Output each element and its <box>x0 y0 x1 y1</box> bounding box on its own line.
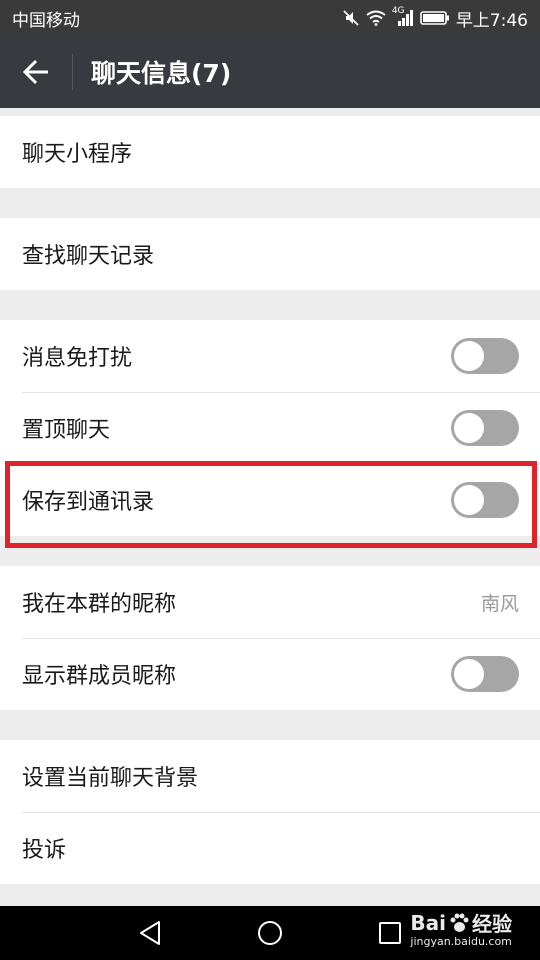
toggle-knob <box>454 341 484 371</box>
wifi-icon <box>366 10 386 26</box>
row-label: 投诉 <box>22 838 67 863</box>
network-type: 4G <box>391 6 405 16</box>
toggle-knob <box>454 413 484 443</box>
row-label: 消息免打扰 <box>22 346 133 371</box>
row-set-chat-background[interactable]: 设置当前聊天背景 <box>0 740 540 812</box>
row-label: 聊天小程序 <box>22 142 133 167</box>
watermark: Bai 经验 jingyan.baidu.com <box>410 908 512 949</box>
row-label: 我在本群的昵称 <box>22 592 177 617</box>
watermark-url: jingyan.baidu.com <box>410 935 512 948</box>
settings-group-toggles: 消息免打扰 置顶聊天 保存到通讯录 <box>0 320 540 536</box>
paw-logo-icon <box>450 913 469 932</box>
row-label: 设置当前聊天背景 <box>22 766 199 791</box>
row-pin-chat: 置顶聊天 <box>0 392 540 464</box>
nav-back-icon[interactable] <box>135 918 165 948</box>
app-header: 聊天信息(7) <box>0 36 540 108</box>
watermark-brand-left: Bai <box>410 910 446 935</box>
settings-group-misc: 设置当前聊天背景 投诉 <box>0 740 540 884</box>
row-search-chat-history[interactable]: 查找聊天记录 <box>0 218 540 290</box>
row-label: 保存到通讯录 <box>22 490 155 515</box>
pin-chat-toggle[interactable] <box>451 410 519 446</box>
my-group-nickname-value: 南风 <box>480 592 519 615</box>
row-label: 显示群成员昵称 <box>22 664 177 689</box>
row-show-member-nicknames: 显示群成员昵称 <box>0 638 540 710</box>
row-label: 查找聊天记录 <box>22 244 155 269</box>
back-button[interactable] <box>0 36 72 108</box>
settings-group-search: 查找聊天记录 <box>0 218 540 290</box>
page-title: 聊天信息(7) <box>91 59 232 88</box>
row-mute-notifications: 消息免打扰 <box>0 320 540 392</box>
system-nav-bar: Bai 经验 jingyan.baidu.com <box>0 906 540 960</box>
status-time: 早上7:46 <box>455 10 528 31</box>
nav-home-icon[interactable] <box>255 918 285 948</box>
carrier-name: 中国移动 <box>12 10 80 31</box>
row-save-to-contacts: 保存到通讯录 <box>0 464 540 536</box>
toggle-knob <box>454 485 484 515</box>
toggle-knob <box>454 659 484 689</box>
cell-signal-icon: 4G <box>392 6 414 26</box>
battery-icon <box>420 10 450 26</box>
back-arrow-icon <box>22 59 48 85</box>
mute-notifications-toggle[interactable] <box>451 338 519 374</box>
settings-group-nickname: 我在本群的昵称 南风 显示群成员昵称 <box>0 566 540 710</box>
row-chat-mini-programs[interactable]: 聊天小程序 <box>0 116 540 188</box>
status-bar: 中国移动 4G 早上7:46 <box>0 0 540 36</box>
settings-list: 聊天小程序 查找聊天记录 消息免打扰 置顶聊天 保存到通讯录 我在本群的昵称 南… <box>0 108 540 906</box>
save-to-contacts-toggle[interactable] <box>451 482 519 518</box>
nav-recents-icon[interactable] <box>375 918 405 948</box>
row-report[interactable]: 投诉 <box>0 812 540 884</box>
show-member-nicknames-toggle[interactable] <box>451 656 519 692</box>
row-my-group-nickname[interactable]: 我在本群的昵称 南风 <box>0 566 540 638</box>
settings-group-mini-programs: 聊天小程序 <box>0 116 540 188</box>
header-divider <box>72 54 73 90</box>
mute-icon <box>342 9 360 27</box>
row-label: 置顶聊天 <box>22 418 111 443</box>
watermark-brand-right: 经验 <box>472 912 512 936</box>
